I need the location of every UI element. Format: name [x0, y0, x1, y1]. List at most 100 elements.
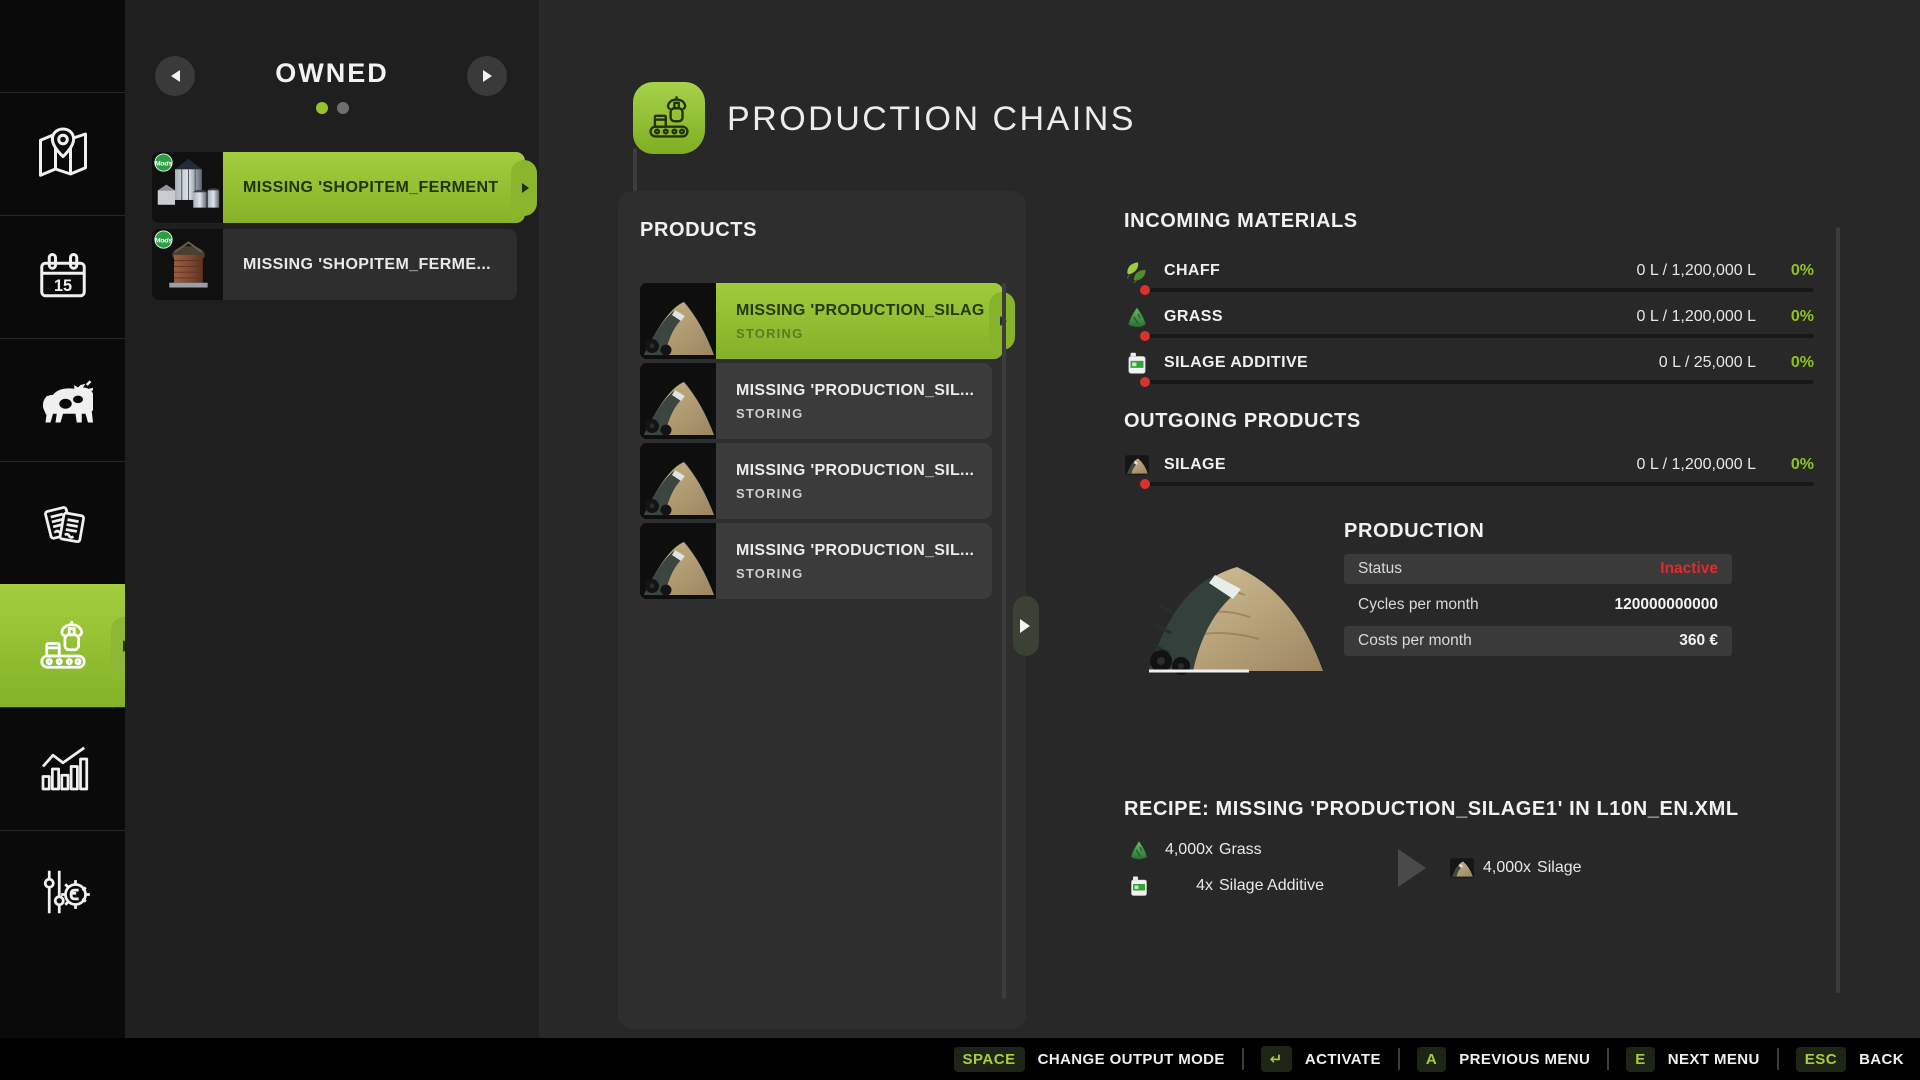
material-amount: 0 L / 1,200,000 L	[1636, 308, 1756, 326]
sidebar-item-statistics[interactable]	[0, 707, 125, 830]
incoming-materials-title: INCOMING MATERIALS	[1124, 210, 1358, 233]
product-item-title: MISSING 'PRODUCTION_SIL...	[736, 382, 974, 400]
sidebar-item-map[interactable]	[0, 92, 125, 215]
sidebar-item-finances[interactable]	[0, 830, 125, 953]
production-row-cycles: Cycles per month 120000000000	[1344, 590, 1732, 620]
production-row-label: Cycles per month	[1358, 596, 1479, 614]
owned-item-thumbnail: Mods	[152, 152, 223, 223]
hotkey-label: ACTIVATE	[1305, 1051, 1381, 1068]
grass-icon	[1124, 304, 1150, 330]
material-fill-bar	[1140, 334, 1814, 338]
material-name: SILAGE ADDITIVE	[1164, 354, 1308, 372]
mods-badge: Mods	[155, 160, 173, 167]
hotkey-bar: SPACE CHANGE OUTPUT MODE ↵ ACTIVATE A PR…	[0, 1038, 1920, 1080]
owned-item-label: MISSING 'SHOPITEM_FERMENT	[223, 152, 525, 223]
hotkey-next-menu[interactable]: E NEXT MENU	[1626, 1047, 1759, 1072]
product-item-silage-4[interactable]: MISSING 'PRODUCTION_SIL... STORING	[640, 523, 970, 599]
production-chains-screen: 15	[0, 0, 1920, 1080]
material-percent: 0%	[1756, 354, 1814, 372]
silage-additive-icon	[1127, 874, 1151, 898]
recipe-output-silage: 4,000x Silage	[1449, 855, 1582, 881]
product-thumbnail	[640, 283, 716, 359]
divider	[1398, 1048, 1400, 1070]
costs-value: 360 €	[1679, 632, 1718, 650]
esc-key: ESC	[1796, 1047, 1846, 1072]
recipe-arrow-icon	[1398, 849, 1426, 887]
a-key: A	[1417, 1047, 1446, 1072]
product-item-status: STORING	[736, 566, 974, 581]
contracts-icon	[33, 493, 93, 553]
material-fill-bar	[1140, 380, 1814, 384]
recipe-qty: 4,000x	[1483, 859, 1531, 877]
mods-badge: Mods	[155, 237, 173, 244]
main-menu-sidebar: 15	[0, 0, 125, 1080]
detail-panel-expand-tab[interactable]	[1013, 596, 1039, 656]
product-item-title: MISSING 'PRODUCTION_SILAG	[736, 302, 985, 320]
products-scrollbar[interactable]	[1002, 283, 1006, 999]
sidebar-item-animals[interactable]	[0, 338, 125, 461]
material-row-silage-additive: SILAGE ADDITIVE 0 L / 25,000 L 0%	[1124, 348, 1814, 378]
recipe-ingredient-name: Silage Additive	[1219, 877, 1324, 895]
product-thumbnail	[640, 443, 716, 519]
recipe-qty: 4x	[1151, 877, 1213, 895]
page-dot[interactable]	[337, 102, 349, 114]
material-percent: 0%	[1756, 308, 1814, 326]
product-item-silage-3[interactable]: MISSING 'PRODUCTION_SIL... STORING	[640, 443, 970, 519]
owned-panel: OWNED Mo	[125, 0, 539, 1040]
chevron-right-icon	[1020, 619, 1030, 633]
hotkey-label: NEXT MENU	[1668, 1051, 1760, 1068]
product-item-status: STORING	[736, 406, 974, 421]
hotkey-change-output-mode[interactable]: SPACE CHANGE OUTPUT MODE	[954, 1047, 1225, 1072]
page-dot-active[interactable]	[316, 102, 328, 114]
production-row-status: Status Inactive	[1344, 554, 1732, 584]
product-item-label: MISSING 'PRODUCTION_SIL... STORING	[716, 363, 992, 439]
recipe-ingredient-name: Grass	[1219, 841, 1262, 859]
product-item-status: STORING	[736, 486, 974, 501]
sidebar-item-contracts[interactable]	[0, 461, 125, 584]
production-chains-icon-badge	[633, 82, 705, 154]
material-amount: 0 L / 25,000 L	[1659, 354, 1756, 372]
product-thumbnail	[640, 523, 716, 599]
hotkey-activate[interactable]: ↵ ACTIVATE	[1261, 1046, 1381, 1072]
recipe-title: RECIPE: MISSING 'PRODUCTION_SILAGE1' IN …	[1124, 798, 1739, 821]
owned-item-fermenting-silos[interactable]: Mods MISSING 'SHOPITEM_FERMENT	[152, 152, 484, 223]
enter-key-icon: ↵	[1261, 1046, 1292, 1072]
product-item-title: MISSING 'PRODUCTION_SIL...	[736, 462, 974, 480]
page-indicator	[125, 102, 539, 114]
hotkey-back[interactable]: ESC BACK	[1796, 1047, 1904, 1072]
material-percent: 0%	[1756, 456, 1814, 474]
material-percent: 0%	[1756, 262, 1814, 280]
item-arrow-icon	[522, 183, 529, 193]
statistics-icon	[33, 739, 93, 799]
production-section-title: PRODUCTION	[1344, 520, 1484, 543]
product-item-silage-1[interactable]: MISSING 'PRODUCTION_SILAG STORING	[640, 283, 970, 359]
material-name: SILAGE	[1164, 456, 1226, 474]
hotkey-label: BACK	[1859, 1051, 1904, 1068]
product-item-label: MISSING 'PRODUCTION_SILAG STORING	[716, 283, 1003, 359]
product-item-silage-2[interactable]: MISSING 'PRODUCTION_SIL... STORING	[640, 363, 970, 439]
production-icon	[33, 616, 93, 676]
material-amount: 0 L / 1,200,000 L	[1636, 262, 1756, 280]
finances-icon	[33, 862, 93, 922]
material-row-grass: GRASS 0 L / 1,200,000 L 0%	[1124, 302, 1814, 332]
page-title: PRODUCTION CHAINS	[727, 100, 1136, 139]
calendar-day-number: 15	[53, 277, 71, 295]
divider	[1607, 1048, 1609, 1070]
silage-icon	[1449, 855, 1475, 881]
product-item-label: MISSING 'PRODUCTION_SIL... STORING	[716, 523, 992, 599]
material-row-silage: SILAGE 0 L / 1,200,000 L 0%	[1124, 450, 1814, 480]
product-item-title: MISSING 'PRODUCTION_SIL...	[736, 542, 974, 560]
sidebar-item-calendar[interactable]: 15	[0, 215, 125, 338]
silage-icon	[1124, 452, 1150, 478]
material-row-chaff: CHAFF 0 L / 1,200,000 L 0%	[1124, 256, 1814, 286]
status-value: Inactive	[1660, 560, 1718, 578]
material-fill-bar	[1140, 288, 1814, 292]
production-row-label: Status	[1358, 560, 1402, 578]
owned-item-fermenting-silo[interactable]: Mods MISSING 'SHOPITEM_FERME...	[152, 229, 484, 300]
outgoing-products-title: OUTGOING PRODUCTS	[1124, 410, 1361, 433]
detail-scrollbar[interactable]	[1836, 227, 1840, 993]
e-key: E	[1626, 1047, 1655, 1072]
sidebar-item-production[interactable]	[0, 584, 125, 707]
hotkey-previous-menu[interactable]: A PREVIOUS MENU	[1417, 1047, 1590, 1072]
divider	[1777, 1048, 1779, 1070]
